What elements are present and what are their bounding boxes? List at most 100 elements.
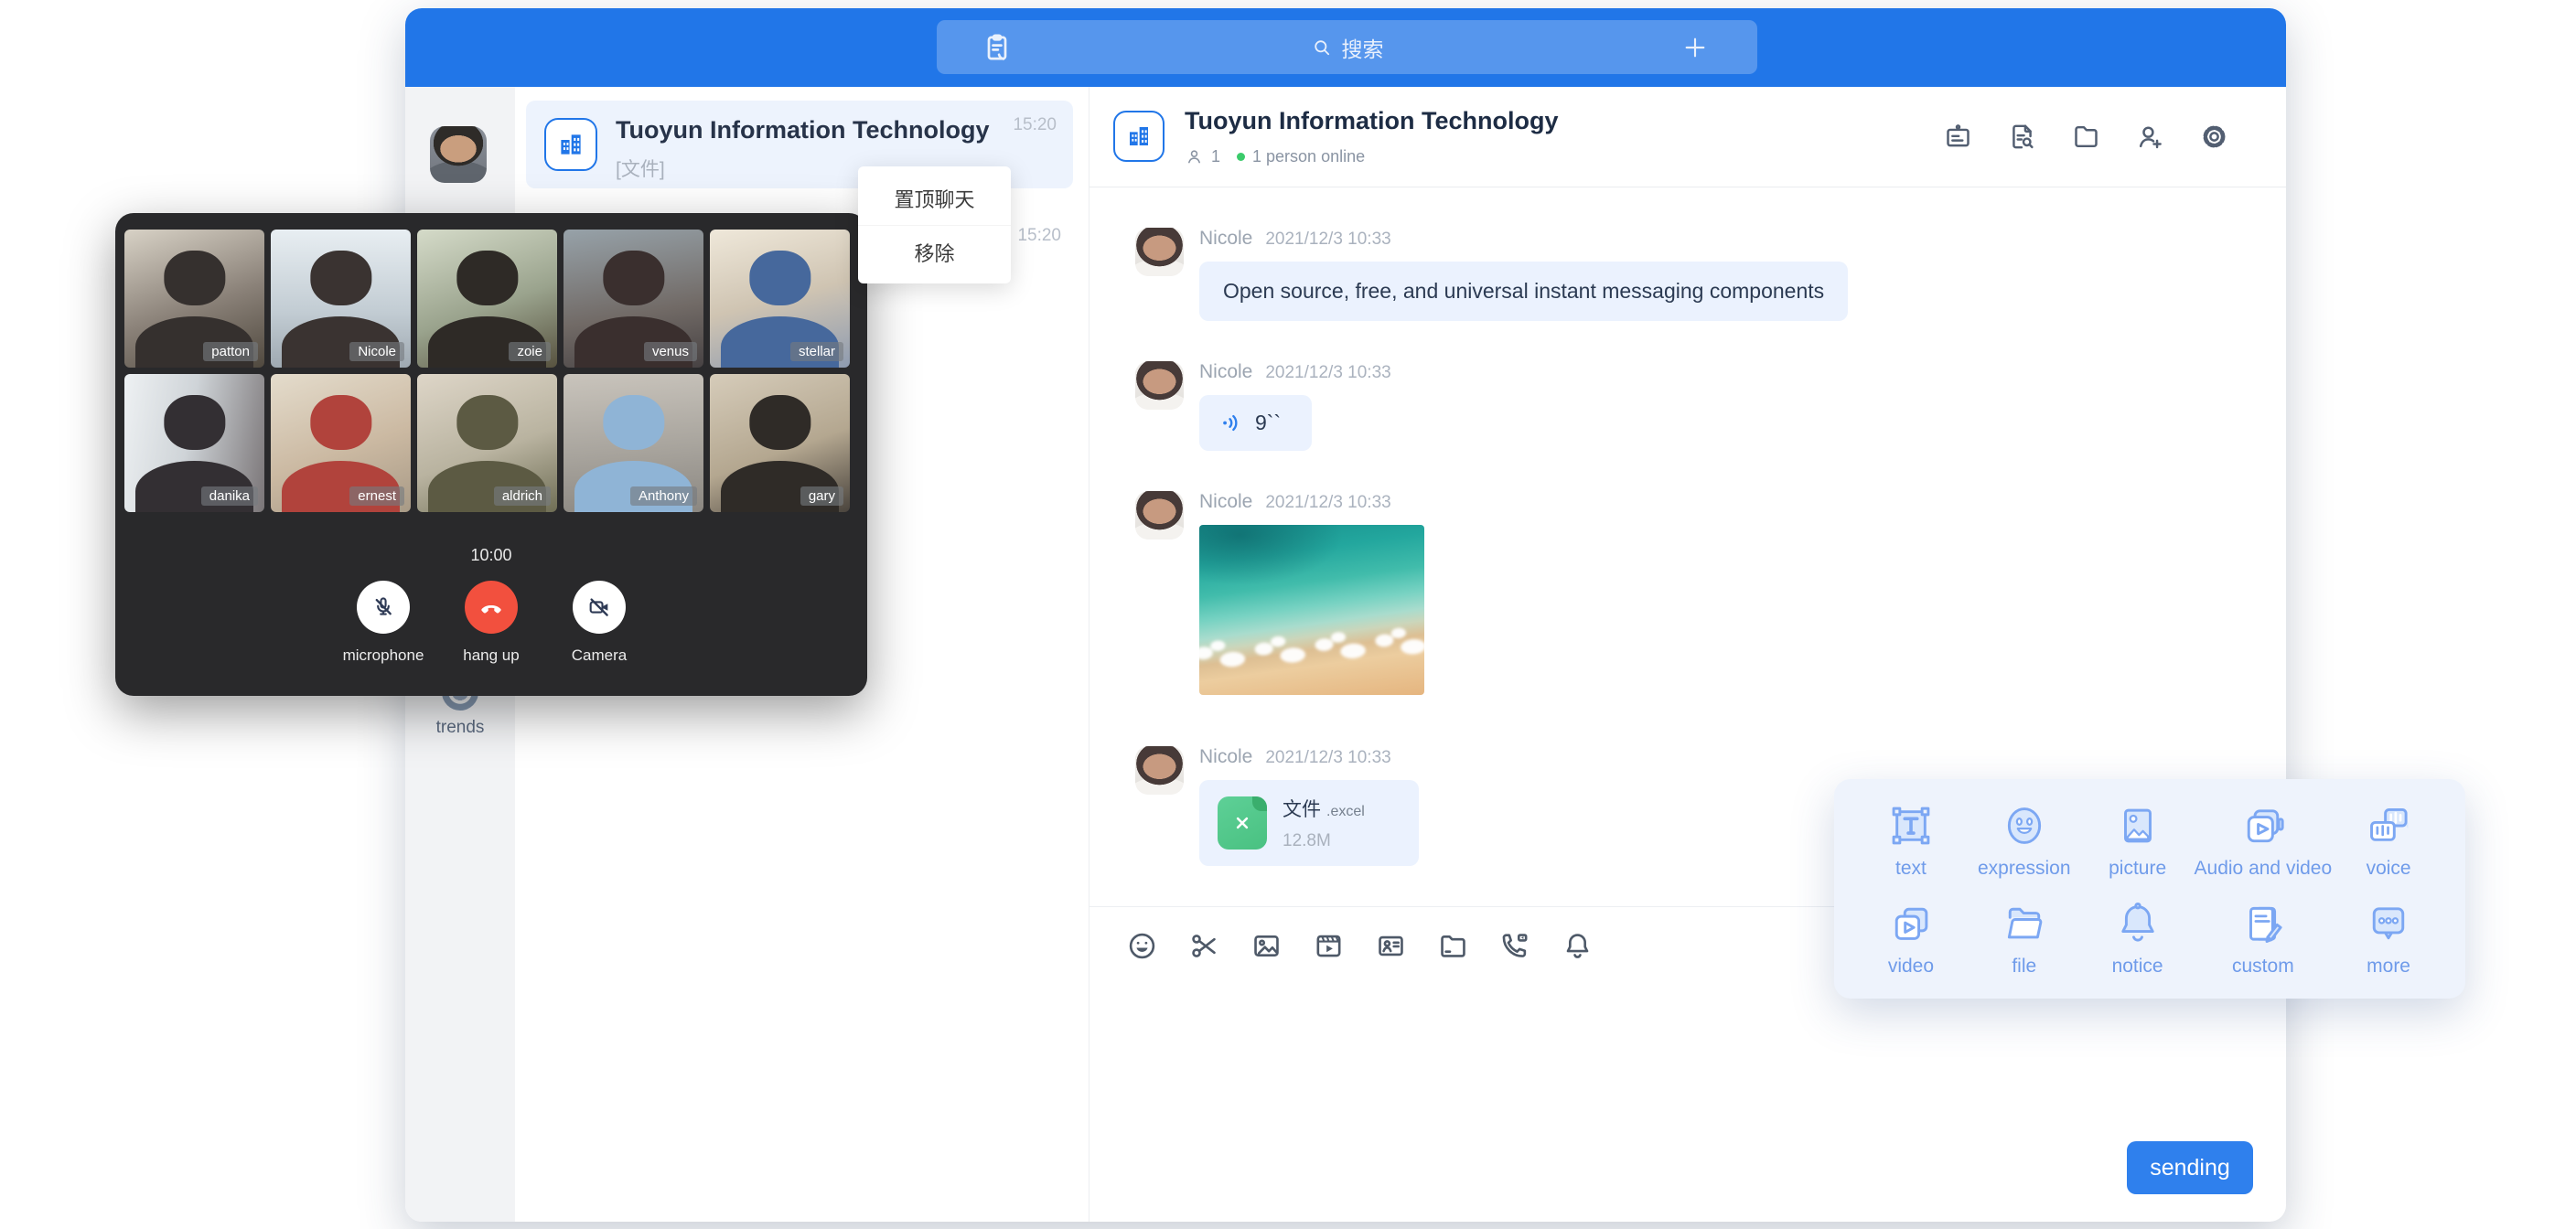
emoji-icon[interactable] (1126, 930, 1158, 962)
panel-item-more[interactable]: more (2332, 899, 2445, 982)
camera-toggle-button[interactable] (573, 581, 626, 634)
participant-grid: patton Nicole zoie venus stellar danika … (124, 230, 850, 512)
message-time: 2021/12/3 10:33 (1265, 748, 1390, 768)
participant-tile: aldrich (417, 374, 557, 512)
participant-name: venus (644, 342, 697, 361)
participant-name: stellar (790, 342, 843, 361)
panel-item-notice[interactable]: notice (2081, 899, 2195, 982)
message-time: 2021/12/3 10:33 (1265, 363, 1390, 383)
conversation-last-message: [文件] (616, 155, 665, 182)
trends-label: trends (405, 718, 515, 738)
group-files-icon[interactable] (2071, 122, 2101, 152)
microphone-label: microphone (343, 647, 424, 665)
participant-tile: Anthony (564, 374, 703, 512)
participant-name: danika (201, 486, 258, 506)
participant-tile: Nicole (271, 230, 411, 368)
chat-panel: Tuoyun Information Technology 1 1 person… (1089, 87, 2286, 1222)
sender-name: Nicole (1199, 228, 1252, 250)
panel-item-custom[interactable]: custom (2195, 899, 2333, 982)
participant-tile: stellar (710, 230, 850, 368)
participant-name: ernest (349, 486, 404, 506)
conversation-time: 15:20 (1013, 115, 1057, 135)
panel-item-voice[interactable]: voice (2332, 801, 2445, 884)
contact-card-icon[interactable] (1375, 930, 1407, 962)
search-bar[interactable]: 搜索 (937, 20, 1757, 74)
screenshot-stage: 搜索 trends (0, 0, 2576, 1229)
menu-item-remove[interactable]: 移除 (858, 225, 1011, 279)
participant-name: gary (800, 486, 843, 506)
message-image: Nicole 2021/12/3 10:33 (1135, 491, 2286, 695)
participant-tile: venus (564, 230, 703, 368)
participant-tile: zoie (417, 230, 557, 368)
picture-icon[interactable] (1250, 930, 1283, 962)
sender-name: Nicole (1199, 361, 1252, 383)
message-time: 2021/12/3 10:33 (1265, 230, 1390, 250)
notification-bell-icon[interactable] (1562, 930, 1594, 962)
conversation-context-menu: 置顶聊天 移除 (858, 166, 1011, 283)
voice-duration: 9`` (1255, 411, 1281, 435)
conversation-title: Tuoyun Information Technology (616, 116, 989, 144)
hang-up-button[interactable] (465, 581, 518, 634)
voice-bubble[interactable]: 9`` (1199, 395, 1312, 451)
message-text: Nicole 2021/12/3 10:33 Open source, free… (1135, 228, 2286, 321)
panel-item-video[interactable]: video (1854, 899, 1968, 982)
chat-subtitle: 1 1 person online (1185, 147, 1365, 166)
message-type-panel: text expression picture (1834, 779, 2465, 999)
participant-tile: ernest (271, 374, 411, 512)
participant-name: patton (203, 342, 258, 361)
call-controls: microphone hang up Camer (115, 581, 867, 665)
send-button[interactable]: sending (2127, 1141, 2253, 1194)
video-icon[interactable] (1313, 930, 1345, 962)
video-call-icon[interactable] (1499, 930, 1531, 962)
file-ext: .excel (1326, 804, 1365, 819)
screenshot-scissors-icon[interactable] (1188, 930, 1220, 962)
beach-foam (1199, 625, 1424, 679)
chat-header: Tuoyun Information Technology 1 1 person… (1089, 87, 2286, 187)
sender-avatar[interactable] (1135, 491, 1184, 540)
sender-name: Nicole (1199, 746, 1252, 768)
hang-up-label: hang up (463, 647, 519, 665)
participant-name: Nicole (349, 342, 404, 361)
panel-item-audio-video[interactable]: Audio and video (2195, 801, 2333, 884)
participant-tile: patton (124, 230, 264, 368)
plus-icon[interactable] (1680, 33, 1710, 62)
panel-item-file[interactable]: file (1968, 899, 2081, 982)
search-placeholder: 搜索 (1342, 32, 1384, 63)
settings-gear-icon[interactable] (2199, 122, 2229, 152)
panel-item-picture[interactable]: picture (2081, 801, 2195, 884)
online-dot (1237, 153, 1245, 161)
participant-tile: gary (710, 374, 850, 512)
add-member-icon[interactable] (2135, 122, 2165, 152)
sender-name: Nicole (1199, 491, 1252, 513)
sender-avatar[interactable] (1135, 228, 1184, 276)
chat-title: Tuoyun Information Technology (1185, 107, 1558, 135)
participant-name: aldrich (494, 486, 551, 506)
panel-item-text[interactable]: text (1854, 801, 1968, 884)
group-avatar-icon (544, 118, 597, 171)
search-input[interactable]: 搜索 (937, 20, 1757, 74)
sender-avatar[interactable] (1135, 361, 1184, 410)
image-attachment-beach[interactable] (1199, 525, 1424, 695)
folder-icon[interactable] (1437, 930, 1469, 962)
online-status: 1 person online (1252, 147, 1365, 166)
sender-avatar[interactable] (1135, 746, 1184, 795)
members-icon (1185, 147, 1204, 166)
chat-history-search-icon[interactable] (2007, 122, 2037, 152)
participant-name: Anthony (630, 486, 697, 506)
excel-file-icon (1218, 796, 1267, 850)
participant-tile: danika (124, 374, 264, 512)
member-count: 1 (1211, 147, 1220, 166)
announcement-icon[interactable] (1943, 122, 1973, 152)
my-avatar[interactable] (430, 126, 487, 183)
menu-item-pin-chat[interactable]: 置顶聊天 (858, 171, 1011, 225)
participant-name: zoie (509, 342, 551, 361)
microphone-mute-button[interactable] (357, 581, 410, 634)
voice-wave-icon (1219, 411, 1244, 435)
text-bubble: Open source, free, and universal instant… (1199, 262, 1848, 321)
panel-item-expression[interactable]: expression (1968, 801, 2081, 884)
group-avatar-icon (1113, 111, 1165, 162)
camera-label: Camera (572, 647, 627, 665)
search-icon (1311, 37, 1333, 59)
message-voice: Nicole 2021/12/3 10:33 9 (1135, 361, 2286, 451)
file-bubble[interactable]: 文件.excel 12.8M (1199, 780, 1419, 866)
